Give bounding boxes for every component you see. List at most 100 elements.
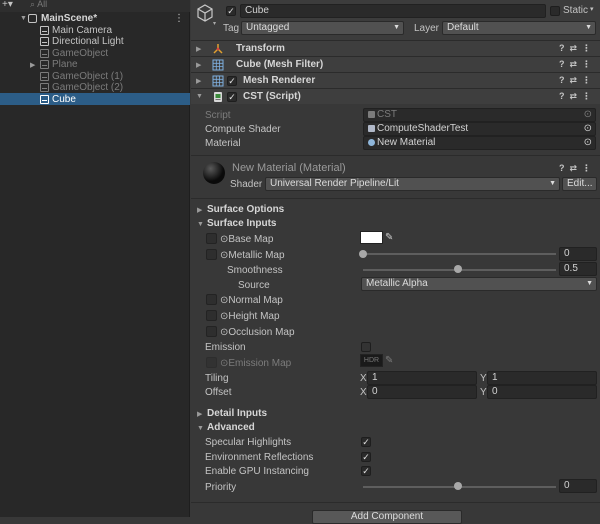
mesh-renderer-enabled-checkbox[interactable]: ✓ — [227, 75, 237, 86]
hierarchy-search-input[interactable]: ⌕ All — [30, 0, 47, 10]
scene-icon — [28, 13, 37, 23]
mesh-renderer-component-header[interactable]: ▶ ✓ Mesh Renderer ?⇄⋮ — [191, 72, 600, 88]
base-color-swatch[interactable] — [360, 231, 383, 244]
emission-checkbox[interactable] — [361, 342, 371, 352]
component-actions-icon[interactable]: ?⇄⋮ — [559, 75, 596, 86]
edit-shader-button[interactable]: Edit... — [562, 177, 597, 191]
metallic-slider-handle[interactable] — [359, 250, 367, 258]
script-icon — [214, 91, 222, 102]
gameobject-icon — [40, 71, 49, 81]
hierarchy-item[interactable]: ▶ Plane — [0, 59, 190, 71]
surface-options-foldout[interactable]: Surface Options — [207, 204, 284, 215]
normal-map-texture-slot[interactable] — [206, 294, 217, 305]
chevron-down-icon: ▼ — [586, 280, 593, 287]
source-label: Source — [238, 280, 270, 291]
smoothness-value-field[interactable]: 0.5 — [559, 262, 597, 276]
static-dropdown-arrow-icon[interactable]: ▾ — [590, 5, 594, 13]
emission-map-label: ⊙Emission Map — [220, 358, 292, 369]
shader-dropdown[interactable]: Universal Render Pipeline/Lit ▼ — [265, 177, 560, 191]
metallic-map-texture-slot[interactable] — [206, 249, 217, 260]
base-map-texture-slot[interactable] — [206, 233, 217, 244]
hierarchy-panel: +▾ ⌕ All ▼ MainScene* ⋮ Main Camera Dire… — [0, 0, 190, 517]
tiling-y-field[interactable]: 1 — [487, 371, 597, 385]
inspector-panel: ▾ ✓ Cube Static ▾ Tag Untagged ▼ Layer De… — [191, 0, 600, 524]
hierarchy-item[interactable]: Directional Light — [0, 36, 190, 48]
collapse-triangle-icon[interactable]: ▼ — [197, 422, 205, 433]
expand-triangle-icon[interactable]: ▶ — [196, 45, 204, 53]
detail-inputs-foldout[interactable]: Detail Inputs — [207, 408, 267, 419]
priority-value-field[interactable]: 0 — [559, 479, 597, 493]
base-map-label: ⊙Base Map — [220, 234, 274, 245]
gpu-instancing-label: Enable GPU Instancing — [205, 466, 309, 477]
surface-inputs-foldout[interactable]: Surface Inputs — [207, 218, 276, 229]
hierarchy-item[interactable]: GameObject (2) — [0, 82, 190, 94]
mesh-filter-component-header[interactable]: ▶ Cube (Mesh Filter) ?⇄⋮ — [191, 56, 600, 72]
expand-triangle-icon[interactable]: ▶ — [30, 61, 40, 69]
scene-menu-icon[interactable]: ⋮ — [174, 13, 184, 24]
gameobject-icon — [40, 94, 49, 104]
static-checkbox[interactable] — [550, 6, 560, 16]
active-checkbox[interactable]: ✓ — [226, 6, 236, 16]
compute-shader-label: Compute Shader — [205, 124, 281, 135]
metallic-value-field[interactable]: 0 — [559, 247, 597, 261]
priority-slider-handle[interactable] — [454, 482, 462, 490]
advanced-foldout[interactable]: Advanced — [207, 422, 255, 433]
emission-label: Emission — [205, 342, 246, 353]
metallic-slider-track[interactable] — [363, 253, 556, 255]
hierarchy-item-selected[interactable]: Cube — [0, 93, 190, 105]
transform-component-header[interactable]: ▶ Transform ?⇄⋮ — [191, 40, 600, 56]
expand-triangle-icon[interactable]: ▼ — [20, 15, 28, 22]
material-sphere-icon — [368, 138, 375, 146]
cube-object-icon — [197, 4, 213, 22]
collapse-triangle-icon[interactable]: ▼ — [196, 93, 204, 100]
component-actions-icon[interactable]: ?⇄⋮ — [559, 91, 596, 102]
chevron-down-icon: ▼ — [549, 180, 556, 187]
occlusion-map-texture-slot[interactable] — [206, 326, 217, 337]
expand-triangle-icon[interactable]: ▶ — [197, 204, 205, 215]
compute-shader-field[interactable]: ComputeShaderTest ⊙ — [363, 122, 596, 136]
scene-row[interactable]: ▼ MainScene* ⋮ — [0, 12, 190, 24]
tiling-x-label: X — [360, 373, 367, 384]
icon-dropdown-arrow-icon[interactable]: ▾ — [213, 20, 216, 27]
material-field[interactable]: New Material ⊙ — [363, 136, 596, 150]
object-picker-icon: ⊙ — [583, 109, 592, 120]
hierarchy-item[interactable]: Main Camera — [0, 24, 190, 36]
divider — [191, 155, 600, 156]
object-name-field[interactable]: Cube — [240, 4, 546, 18]
material-title: New Material (Material) — [232, 162, 346, 174]
offset-y-field[interactable]: 0 — [487, 385, 597, 399]
material-actions-icon[interactable]: ?⇄⋮ — [559, 163, 596, 174]
height-map-texture-slot[interactable] — [206, 310, 217, 321]
transform-icon — [213, 43, 223, 54]
layer-dropdown[interactable]: Default ▼ — [442, 21, 596, 35]
gameobject-icon — [40, 37, 49, 46]
expand-triangle-icon[interactable]: ▶ — [197, 408, 205, 419]
hierarchy-item[interactable]: GameObject — [0, 47, 190, 59]
specular-highlights-checkbox[interactable]: ✓ — [361, 437, 371, 447]
environment-reflections-checkbox[interactable]: ✓ — [361, 452, 371, 462]
component-actions-icon[interactable]: ?⇄⋮ — [559, 59, 596, 70]
tag-dropdown[interactable]: Untagged ▼ — [241, 21, 404, 35]
component-actions-icon[interactable]: ?⇄⋮ — [559, 43, 596, 54]
smoothness-slider-handle[interactable] — [454, 265, 462, 273]
expand-triangle-icon[interactable]: ▶ — [196, 77, 204, 85]
metallic-map-label: ⊙Metallic Map — [220, 250, 285, 261]
gpu-instancing-checkbox[interactable]: ✓ — [361, 466, 371, 476]
priority-label: Priority — [205, 482, 237, 493]
add-component-button[interactable]: Add Component — [312, 510, 462, 524]
source-dropdown[interactable]: Metallic Alpha ▼ — [361, 277, 597, 291]
eyedropper-icon[interactable]: ✎ — [385, 232, 393, 243]
object-picker-icon[interactable]: ⊙ — [584, 123, 592, 135]
script-enabled-checkbox[interactable]: ✓ — [227, 91, 237, 102]
collapse-triangle-icon[interactable]: ▼ — [197, 218, 205, 229]
gameobject-icon — [40, 83, 49, 92]
scene-name: MainScene* — [41, 12, 98, 24]
hierarchy-item[interactable]: GameObject (1) — [0, 70, 190, 82]
expand-triangle-icon[interactable]: ▶ — [196, 61, 204, 69]
script-component-header[interactable]: ▼ ✓ CST (Script) ?⇄⋮ — [191, 88, 600, 104]
add-object-button[interactable]: +▾ — [2, 0, 13, 10]
offset-x-field[interactable]: 0 — [367, 385, 477, 399]
material-label: Material — [205, 138, 241, 149]
tiling-x-field[interactable]: 1 — [367, 371, 477, 385]
object-picker-icon[interactable]: ⊙ — [584, 137, 592, 149]
